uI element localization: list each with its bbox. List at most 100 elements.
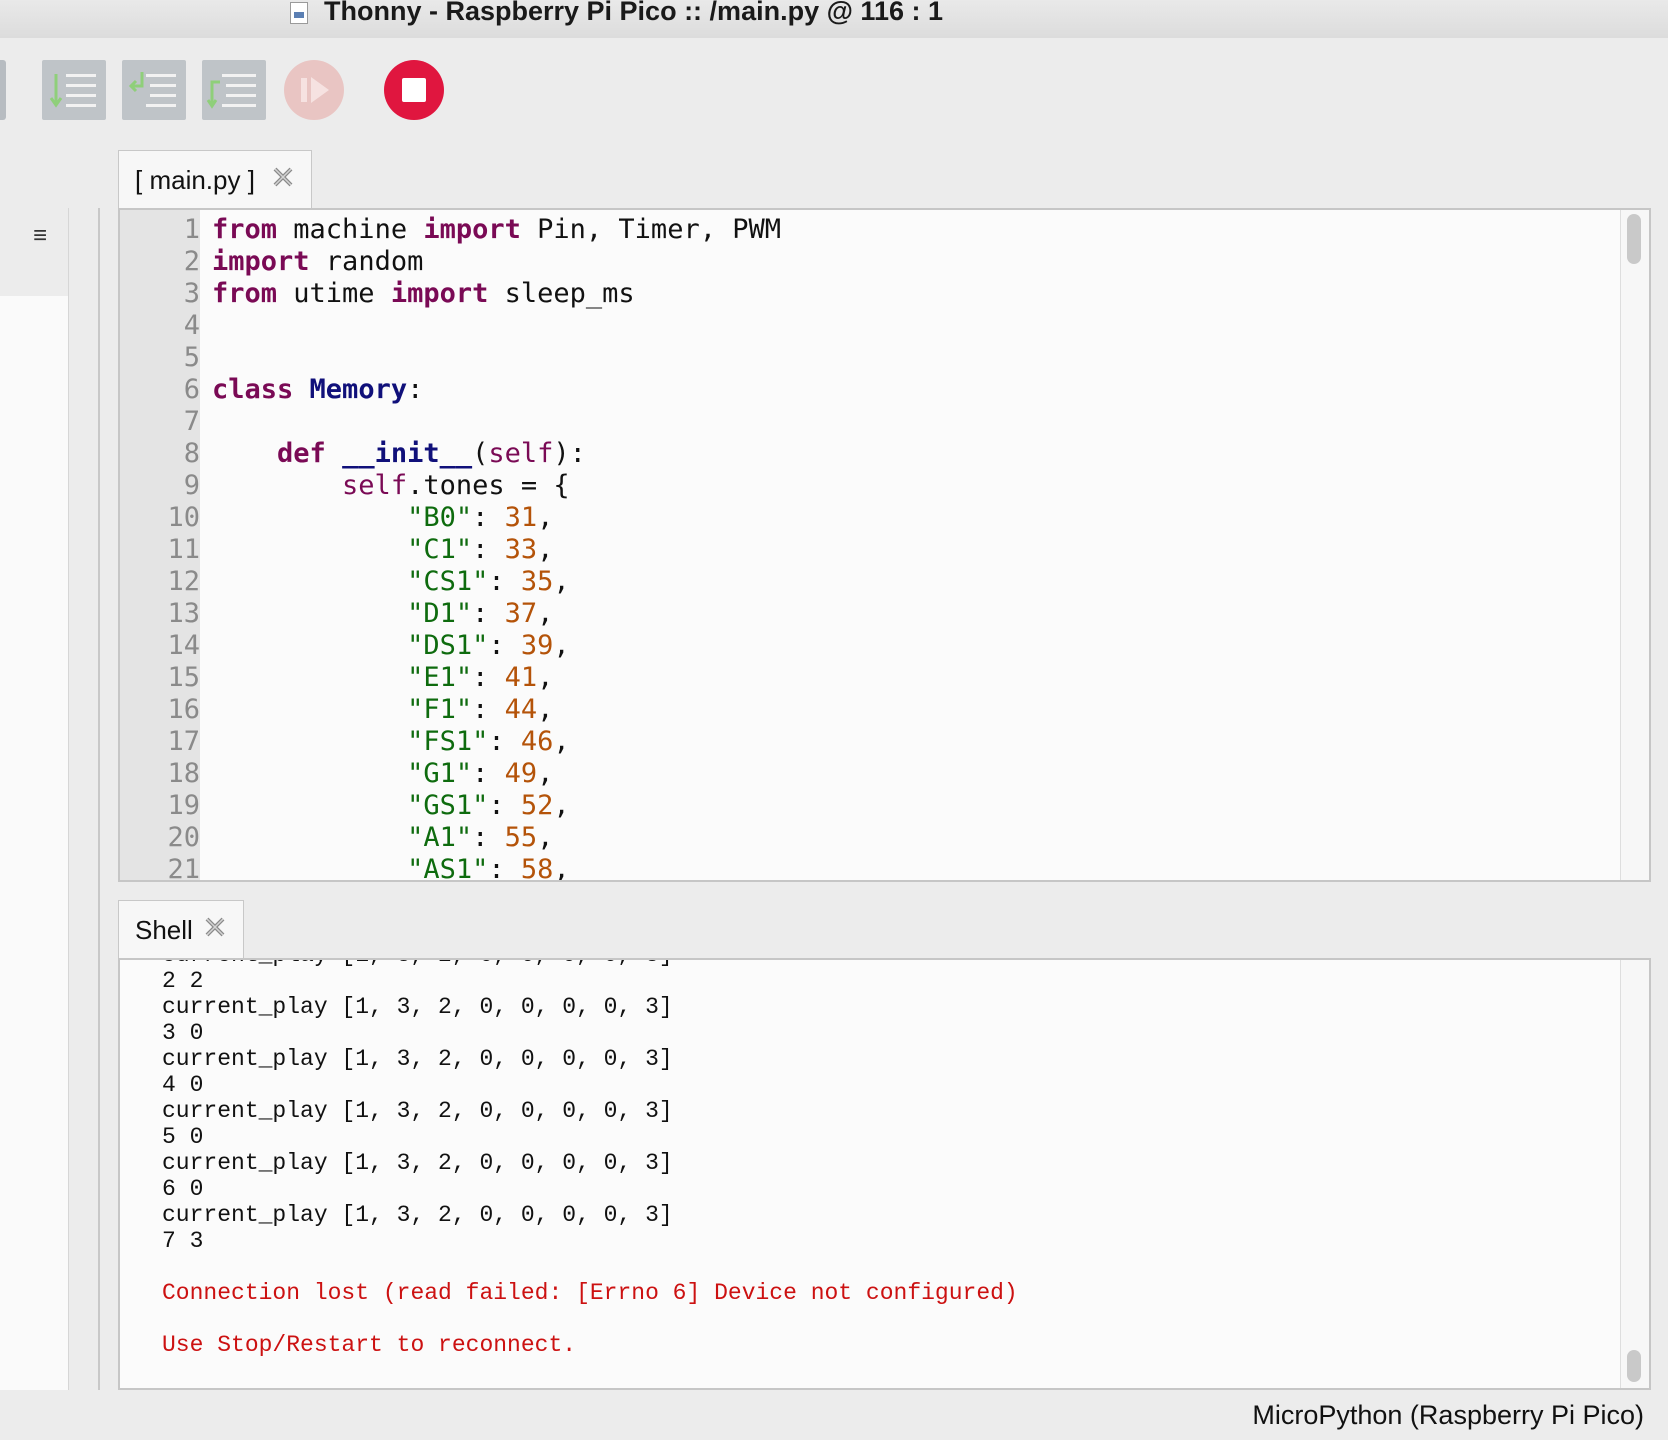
- shell-output-line: 2 2: [162, 968, 204, 994]
- stop-button[interactable]: [384, 60, 444, 120]
- code-text: ,: [553, 566, 570, 597]
- shell-error-line: Connection lost (read failed: [Errno 6] …: [162, 1280, 1018, 1306]
- string-literal: "E1": [407, 662, 473, 693]
- shell-console[interactable]: current_play [1, 3, 2, 0, 0, 0, 0, 3] 2 …: [118, 958, 1651, 1390]
- close-icon[interactable]: [203, 915, 227, 939]
- keyword: def: [277, 438, 326, 469]
- stop-icon: [402, 78, 426, 102]
- number-literal: 46: [520, 726, 554, 757]
- window-title: Thonny - Raspberry Pi Pico :: /main.py @…: [324, 0, 943, 26]
- code-line: class Memory:: [212, 374, 423, 405]
- resume-button[interactable]: [284, 60, 344, 120]
- code-line: "AS1": 58,: [212, 854, 570, 882]
- line-number-gutter: 1 2 3 4 5 6 7 8 9 10 11 12 13 14 15 16 1…: [120, 210, 200, 880]
- keyword: from: [212, 214, 278, 245]
- string-literal: "G1": [407, 758, 473, 789]
- code-line: self.tones = {: [212, 470, 570, 501]
- number-literal: 44: [504, 694, 538, 725]
- code-text: :: [488, 726, 521, 757]
- step-over-button[interactable]: [42, 60, 106, 120]
- number-literal: 37: [504, 598, 538, 629]
- shell-output-line: current_play [1, 3, 2, 0, 0, 0, 0, 3]: [162, 1098, 673, 1124]
- close-icon[interactable]: [271, 165, 295, 189]
- tab-shell[interactable]: Shell: [118, 900, 244, 958]
- line-number: 14: [167, 630, 200, 661]
- side-panel-content: ≡: [0, 208, 69, 1390]
- code-text: :: [472, 694, 505, 725]
- line-number: 2: [183, 246, 200, 277]
- document-icon: [290, 2, 308, 24]
- keyword: import: [423, 214, 521, 245]
- code-text: ,: [553, 630, 570, 661]
- code-text: :: [472, 534, 505, 565]
- code-line: "CS1": 35,: [212, 566, 570, 597]
- step-out-button[interactable]: [202, 60, 266, 120]
- code-text: ,: [537, 694, 554, 725]
- code-text: ,: [553, 854, 570, 882]
- toolbar: [0, 38, 1668, 150]
- code-text: machine: [277, 214, 424, 245]
- shell-output-line: 4 0: [162, 1072, 204, 1098]
- shell-output-line: 3 0: [162, 1020, 204, 1046]
- keyword: class: [212, 374, 294, 405]
- shell-output-line: current_play [1, 3, 2, 0, 0, 0, 0, 3]: [162, 1046, 673, 1072]
- scrollbar-thumb[interactable]: [1627, 1350, 1641, 1382]
- line-number: 18: [167, 758, 200, 789]
- number-literal: 41: [504, 662, 538, 693]
- status-bar: MicroPython (Raspberry Pi Pico): [0, 1390, 1668, 1440]
- line-number: 12: [167, 566, 200, 597]
- tab-main-py[interactable]: [ main.py ]: [118, 150, 312, 208]
- function-name: __init__: [342, 438, 473, 469]
- tab-label: Shell: [135, 915, 193, 945]
- code-line: "C1": 33,: [212, 534, 553, 565]
- step-into-button[interactable]: [122, 60, 186, 120]
- code-text: random: [309, 246, 424, 277]
- code-line: "B0": 31,: [212, 502, 553, 533]
- string-literal: "AS1": [407, 854, 489, 882]
- shell-scrollbar[interactable]: [1620, 960, 1649, 1388]
- code-text: ,: [553, 790, 570, 821]
- code-editor[interactable]: 1 2 3 4 5 6 7 8 9 10 11 12 13 14 15 16 1…: [118, 208, 1651, 882]
- left-side-panel: ≡: [0, 208, 100, 1390]
- code-text: ,: [537, 534, 554, 565]
- editor-scrollbar[interactable]: [1620, 210, 1649, 880]
- number-literal: 55: [504, 822, 538, 853]
- code-text: ,: [537, 662, 554, 693]
- line-number: 7: [183, 406, 200, 437]
- code-text: ,: [537, 598, 554, 629]
- side-panel-header: ≡: [0, 208, 68, 296]
- string-literal: "GS1": [407, 790, 489, 821]
- code-line: "FS1": 46,: [212, 726, 570, 757]
- code-text: ,: [537, 822, 554, 853]
- shell-output-line: 5 0: [162, 1124, 204, 1150]
- interpreter-selector[interactable]: MicroPython (Raspberry Pi Pico): [1252, 1400, 1644, 1431]
- scrollbar-thumb[interactable]: [1627, 214, 1641, 264]
- shell-output-line: current_play [1, 3, 2, 0, 0, 0, 0, 3]: [162, 994, 673, 1020]
- number-literal: 31: [504, 502, 538, 533]
- code-text: ):: [553, 438, 586, 469]
- number-literal: 33: [504, 534, 538, 565]
- tab-label: [ main.py ]: [135, 165, 255, 195]
- code-text: :: [488, 854, 521, 882]
- code-text: :: [472, 758, 505, 789]
- menu-icon[interactable]: ≡: [33, 222, 47, 250]
- number-literal: 52: [520, 790, 554, 821]
- line-number: 8: [183, 438, 200, 469]
- title-bar: Thonny - Raspberry Pi Pico :: /main.py @…: [0, 0, 1668, 39]
- line-number: 3: [183, 278, 200, 309]
- keyword: from: [212, 278, 278, 309]
- line-number: 9: [183, 470, 200, 501]
- toolbar-partial-button[interactable]: [0, 60, 6, 120]
- line-number: 11: [167, 534, 200, 565]
- string-literal: "A1": [407, 822, 473, 853]
